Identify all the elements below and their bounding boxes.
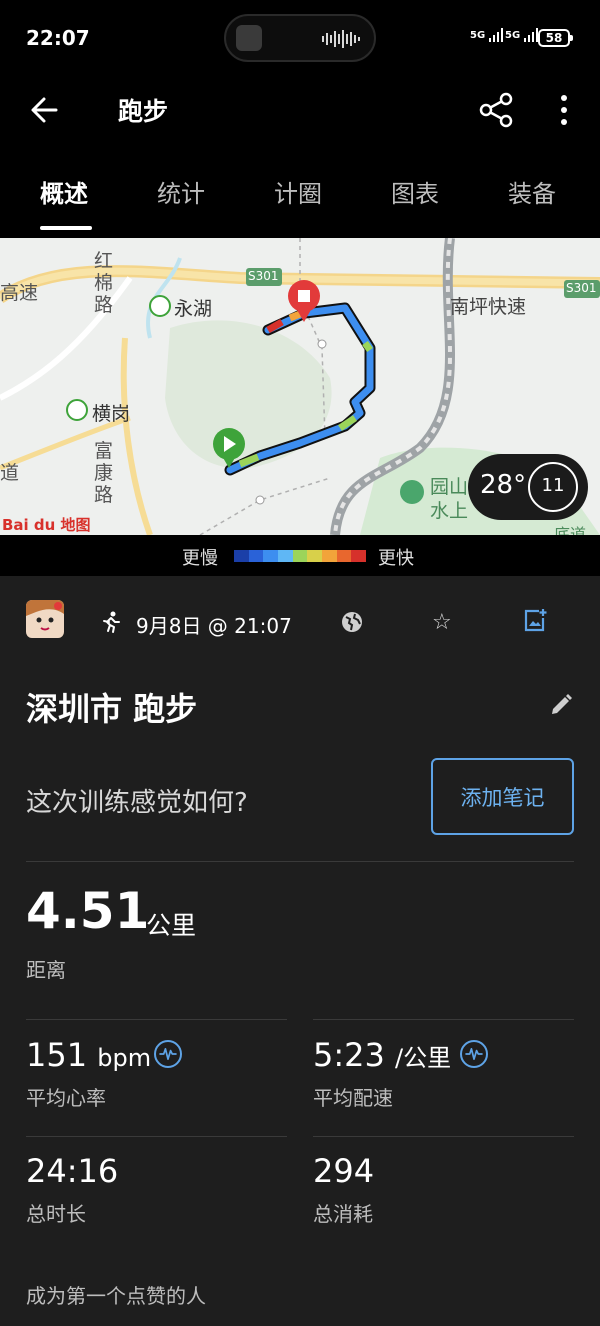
feel-prompt[interactable]: 这次训练感觉如何? bbox=[26, 782, 248, 819]
audio-wave-icon bbox=[322, 30, 360, 48]
legend-color-swatch bbox=[322, 550, 337, 562]
legend-color-swatch bbox=[248, 550, 264, 562]
heart-rate-unit: bpm bbox=[97, 1044, 152, 1072]
legend-slow-label: 更慢 bbox=[182, 548, 218, 569]
divider bbox=[313, 1136, 574, 1137]
distance-unit: 公里 bbox=[146, 911, 197, 940]
legend-color-swatch bbox=[351, 550, 367, 562]
heart-rate-label: 平均心率 bbox=[26, 1086, 106, 1110]
add-photo-icon[interactable] bbox=[522, 608, 548, 634]
tab-laps[interactable]: 计圈 bbox=[274, 174, 322, 209]
map-label-park: 园山 bbox=[430, 476, 469, 498]
heart-pulse-icon[interactable] bbox=[154, 1040, 182, 1068]
divider bbox=[26, 1136, 287, 1137]
map-label-shield: S301 bbox=[248, 269, 279, 283]
map-label-road: 高速 bbox=[0, 282, 39, 304]
music-artwork bbox=[236, 25, 262, 51]
divider bbox=[313, 1019, 574, 1020]
pace-label: 平均配速 bbox=[313, 1086, 393, 1110]
legend-color-swatch bbox=[278, 550, 293, 562]
cellular-signal-1: 5G bbox=[470, 28, 505, 42]
signal-bars-icon bbox=[488, 28, 503, 42]
legend-color-bar bbox=[234, 550, 367, 562]
map-label-metro: 横岗 bbox=[92, 403, 131, 425]
duration-label: 总时长 bbox=[26, 1202, 86, 1226]
distance-label: 距离 bbox=[26, 958, 66, 982]
activity-date: 9月8日 @ 21:07 bbox=[136, 614, 292, 638]
star-icon[interactable]: ☆ bbox=[432, 610, 452, 635]
divider bbox=[26, 1019, 287, 1020]
app-bar: 跑步 bbox=[0, 78, 600, 142]
calories-value: 294 bbox=[313, 1152, 375, 1190]
map-label-road: 红棉路 bbox=[94, 250, 114, 316]
pace-value: 5:23 bbox=[313, 1036, 385, 1074]
likes-prompt[interactable]: 成为第一个点赞的人 bbox=[26, 1280, 206, 1309]
divider bbox=[26, 861, 574, 862]
dynamic-island[interactable] bbox=[224, 14, 376, 62]
map-label-road: 富康路 bbox=[94, 440, 114, 506]
map-label-shield: S301 bbox=[566, 281, 597, 295]
activity-details: 9月8日 @ 21:07 ☆ 深圳市 跑步 这次训练感觉如何? 添加笔记 4.5… bbox=[0, 576, 600, 1326]
route-map[interactable]: 红棉路 永湖 横岗 富康路 南坪快速 S301 S301 园山 水上 高速 道 … bbox=[0, 238, 600, 535]
pace-legend: 更慢 更快 bbox=[0, 540, 600, 574]
edit-pencil-icon[interactable] bbox=[548, 692, 574, 718]
tab-active-indicator bbox=[40, 226, 92, 230]
cellular-signal-2: 5G bbox=[505, 28, 540, 42]
avatar-image bbox=[26, 600, 64, 638]
avatar[interactable] bbox=[26, 600, 64, 638]
wind-compass-icon: 11 bbox=[528, 462, 578, 512]
tab-gear[interactable]: 装备 bbox=[508, 174, 556, 209]
heart-rate-value: 151 bbox=[26, 1036, 88, 1074]
weather-widget[interactable]: 28° 11 bbox=[468, 454, 588, 520]
globe-icon[interactable] bbox=[340, 610, 364, 634]
share-icon[interactable] bbox=[476, 90, 516, 130]
pace-metric[interactable]: 5:23 /公里 bbox=[313, 1036, 451, 1074]
tab-bar: 概述 统计 计圈 图表 装备 bbox=[0, 160, 600, 232]
activity-title: 深圳市 跑步 bbox=[26, 690, 198, 728]
map-label-park: 水上 bbox=[430, 500, 469, 522]
page-title: 跑步 bbox=[118, 97, 169, 126]
legend-color-swatch bbox=[263, 550, 279, 562]
distance-value: 4.51 bbox=[26, 882, 150, 940]
heart-rate-metric[interactable]: 151 bpm bbox=[26, 1036, 151, 1074]
status-time: 22:07 bbox=[26, 26, 90, 50]
weather-temperature: 28° bbox=[480, 470, 527, 500]
battery-indicator: 58 bbox=[538, 29, 573, 47]
running-icon bbox=[103, 611, 120, 633]
pace-pulse-icon[interactable] bbox=[460, 1040, 488, 1068]
map-label-road: 底道 bbox=[554, 525, 587, 535]
back-arrow-icon[interactable] bbox=[26, 92, 66, 128]
duration-value: 24:16 bbox=[26, 1152, 119, 1190]
map-label-highway: 南坪快速 bbox=[450, 296, 527, 318]
map-label-road: 道 bbox=[0, 462, 20, 484]
more-vertical-icon[interactable] bbox=[552, 90, 576, 130]
legend-color-swatch bbox=[292, 550, 308, 562]
legend-fast-label: 更快 bbox=[378, 548, 414, 569]
tab-charts[interactable]: 图表 bbox=[391, 174, 439, 209]
tab-stats[interactable]: 统计 bbox=[157, 174, 205, 209]
legend-color-swatch bbox=[234, 550, 249, 562]
pace-unit: /公里 bbox=[395, 1044, 452, 1072]
map-label-metro: 永湖 bbox=[174, 298, 213, 320]
calories-label: 总消耗 bbox=[313, 1202, 373, 1226]
legend-color-swatch bbox=[307, 550, 323, 562]
tab-overview[interactable]: 概述 bbox=[40, 174, 88, 209]
baidu-map-logo: Bai du 地图 bbox=[2, 516, 91, 534]
add-note-button[interactable]: 添加笔记 bbox=[431, 758, 574, 835]
status-bar: 22:07 5G 5G 58 bbox=[0, 0, 600, 78]
legend-color-swatch bbox=[336, 550, 352, 562]
wind-speed: 11 bbox=[541, 475, 565, 496]
